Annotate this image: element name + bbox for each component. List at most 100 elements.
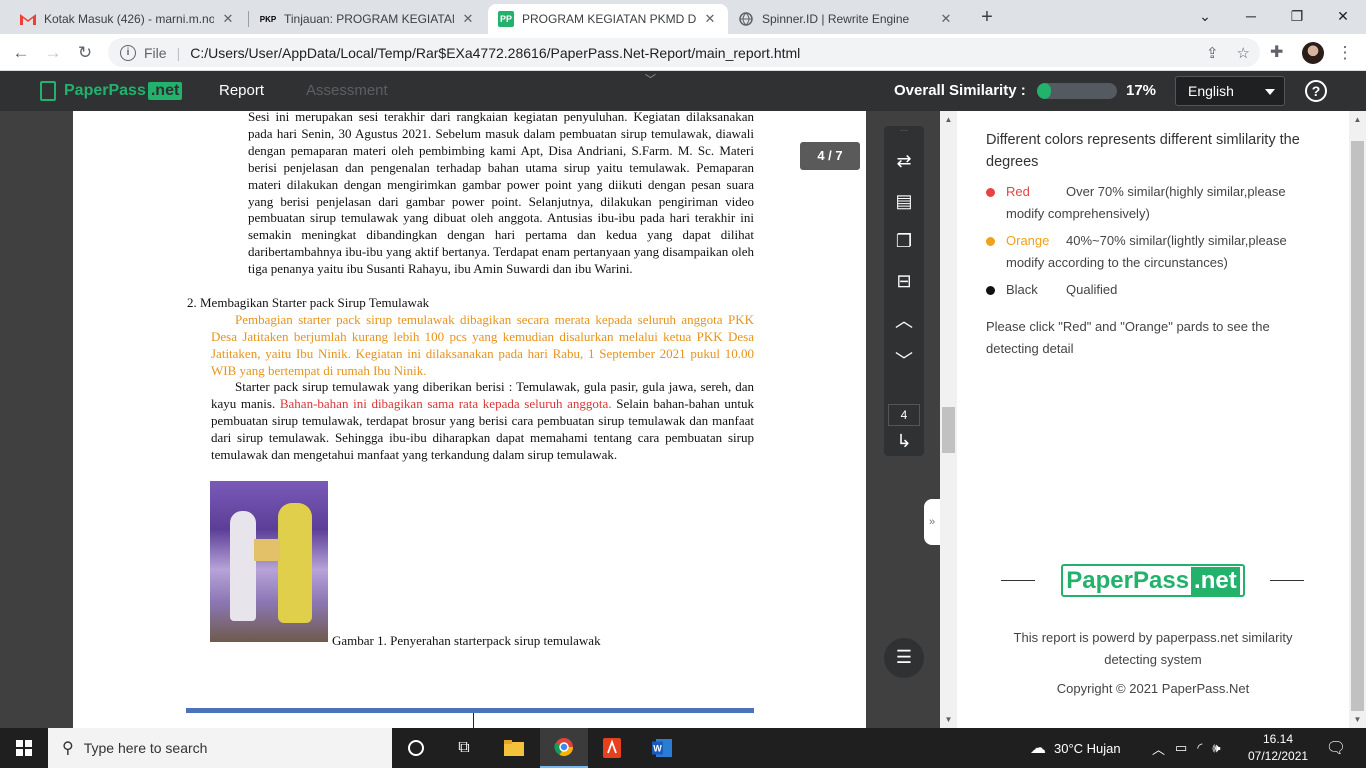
viewer-scrollbar[interactable]: ▲ ▼ [940, 111, 957, 728]
copy-pages-icon[interactable]: ❐ [884, 226, 924, 256]
system-tray: ︿ ▭ ◜ 🕪 [1152, 728, 1221, 768]
legend-panel: Different colors represents different si… [957, 111, 1349, 728]
scrollbar-thumb[interactable] [1351, 141, 1364, 711]
swap-arrows-icon[interactable]: ⇄ [884, 146, 924, 176]
legend-scrollbar[interactable]: ▲ ▼ [1349, 111, 1366, 728]
close-tab-icon[interactable]: ✕ [938, 11, 954, 27]
forward-arrow-icon[interactable]: → [40, 40, 66, 66]
paragraph-starter-pack-content: Starter pack sirup temulawak yang diberi… [211, 379, 755, 462]
svg-text:W: W [653, 744, 662, 754]
cortana-circle-icon[interactable] [392, 728, 440, 768]
document-page: Sesi ini merupakan sesi terakhir dari ra… [73, 111, 866, 728]
url-text[interactable]: C:/Users/User/AppData/Local/Temp/Rar$EXa… [190, 45, 800, 61]
bookmark-star-icon[interactable]: ☆ [1237, 44, 1250, 62]
wifi-icon[interactable]: ◜ [1197, 740, 1202, 756]
list-document-icon[interactable]: ▤ [884, 186, 924, 216]
extensions-puzzle-icon[interactable]: ✚ [1270, 42, 1283, 62]
tab-search-chevron-icon[interactable]: ⌄ [1182, 0, 1228, 34]
page-number-input[interactable]: 4 [888, 404, 920, 426]
url-omnibox[interactable]: i File | C:/Users/User/AppData/Local/Tem… [108, 38, 1260, 67]
similarity-progress-bar [1037, 83, 1117, 99]
tab-spinner[interactable]: Spinner.ID | Rewrite Engine ✕ [728, 4, 964, 34]
black-dot-icon [986, 286, 995, 295]
cloud-rain-icon: ☁ [1030, 740, 1046, 757]
notifications-icon[interactable]: 🗨 [1316, 728, 1356, 768]
legend-item-orange[interactable]: Orange 40%~70% similar(lightly similar,p… [986, 230, 1326, 274]
volume-icon[interactable]: 🕪 [1212, 740, 1220, 756]
acrobat-icon[interactable] [588, 728, 636, 768]
drag-handle-icon[interactable]: ⋯ [884, 126, 924, 136]
tab-gmail[interactable]: Kotak Masuk (426) - marni.m.noo ✕ [10, 4, 246, 34]
scroll-down-arrow-icon[interactable]: ▼ [940, 711, 957, 728]
expand-panel-chevron-icon[interactable]: » [924, 499, 940, 545]
align-tool-icon[interactable]: ⊟ [884, 266, 924, 296]
windows-logo-icon [16, 740, 32, 756]
nav-assessment[interactable]: Assessment [306, 82, 388, 99]
scroll-up-arrow-icon[interactable]: ▲ [1349, 111, 1366, 128]
close-tab-icon[interactable]: ✕ [460, 11, 476, 27]
chevron-down-icon[interactable]: ﹀ [884, 346, 924, 376]
info-icon[interactable]: i [120, 44, 136, 61]
weather-widget[interactable]: ☁ 30°C Hujan [1030, 728, 1121, 768]
globe-icon [738, 11, 754, 27]
start-button[interactable] [0, 728, 48, 768]
paragraph-session[interactable]: Sesi ini merupakan sesi terakhir dari ra… [248, 111, 754, 278]
close-tab-icon[interactable]: ✕ [702, 11, 718, 27]
heading-starter-pack: 2. Membagikan Starter pack Sirup Temulaw… [187, 295, 430, 310]
task-view-icon[interactable]: ⧉ [440, 728, 488, 768]
orange-dot-icon [986, 237, 995, 246]
browser-tab-strip: Kotak Masuk (426) - marni.m.noo ✕ PKP Ti… [0, 0, 1366, 34]
profile-avatar[interactable] [1302, 42, 1324, 64]
share-icon[interactable]: ⇪ [1206, 44, 1219, 62]
similarity-progress-fill [1037, 83, 1051, 99]
system-clock[interactable]: 16.14 07/12/2021 [1248, 731, 1308, 765]
viewer-toolbar: ⋯ ⇄ ▤ ❐ ⊟ ︿ ﹀ 4 ↳ [884, 126, 924, 456]
help-icon[interactable]: ? [1305, 80, 1327, 102]
copyright-text: Copyright © 2021 PaperPass.Net [1056, 681, 1250, 696]
go-to-page-arrow-icon[interactable]: ↳ [884, 426, 924, 456]
search-icon: ⚲ [62, 740, 74, 757]
chevron-up-icon[interactable]: ︿ [884, 306, 924, 336]
document-viewer: Sesi ini merupakan sesi terakhir dari ra… [0, 111, 940, 728]
legend-item-red[interactable]: Red Over 70% similar(highly similar,plea… [986, 181, 1326, 225]
close-tab-icon[interactable]: ✕ [220, 11, 236, 27]
word-icon[interactable]: W [638, 728, 686, 768]
legend-item-black: Black Qualified [986, 279, 1326, 301]
nav-report[interactable]: Report [219, 82, 264, 99]
scroll-up-arrow-icon[interactable]: ▲ [940, 111, 957, 128]
figure-caption: Gambar 1. Penyerahan starterpack sirup t… [332, 633, 601, 648]
close-window-button[interactable]: ✕ [1320, 0, 1366, 34]
new-tab-button[interactable]: + [976, 6, 998, 28]
powered-by-text: This report is powerd by paperpass.net s… [1013, 630, 1293, 667]
show-hidden-icons-chevron-icon[interactable]: ︿ [1152, 739, 1165, 758]
scrollbar-thumb[interactable] [942, 407, 955, 453]
red-highlight-sentence[interactable]: Bahan-bahan ini dibagikan sama rata kepa… [280, 396, 612, 411]
battery-icon[interactable]: ▭ [1175, 740, 1187, 756]
minimize-button[interactable]: ─ [1228, 0, 1274, 34]
orange-highlight-paragraph[interactable]: Pembagian starter pack sirup temulawak d… [211, 312, 754, 380]
back-arrow-icon[interactable]: ← [8, 40, 34, 66]
restore-button[interactable]: ❐ [1274, 0, 1320, 34]
tab-tinjauan[interactable]: PKP Tinjauan: PROGRAM KEGIATAN P ✕ [250, 4, 486, 34]
paperpass-favicon-icon: PP [498, 11, 514, 27]
tab-paperpass-report[interactable]: PP PROGRAM KEGIATAN PKMD DAL ✕ [488, 4, 728, 34]
reload-icon[interactable]: ↻ [72, 40, 98, 66]
file-explorer-icon[interactable] [490, 728, 538, 768]
legend-title: Different colors represents different si… [986, 132, 1300, 170]
scroll-down-arrow-icon[interactable]: ▼ [1349, 711, 1366, 728]
paperpass-logo: PaperPass .net [40, 81, 183, 101]
tab-separator [248, 11, 249, 27]
collapse-header-chevron-icon[interactable]: ﹀ [645, 71, 656, 87]
menu-hamburger-icon[interactable]: ☰ [884, 638, 924, 678]
windows-taskbar: ⚲ Type here to search ⧉ W ☁ 30°C Hujan ︿… [0, 728, 1366, 768]
chrome-icon[interactable] [540, 728, 588, 768]
page-indicator: 4 / 7 [800, 142, 860, 170]
legend-hint: Please click "Red" and "Orange" pards to… [986, 319, 1270, 356]
red-dot-icon [986, 188, 995, 197]
pkp-favicon-icon: PKP [259, 14, 277, 24]
language-select[interactable]: English [1175, 76, 1285, 106]
taskbar-search[interactable]: ⚲ Type here to search [48, 728, 392, 768]
address-bar-row: ← → ↻ i File | C:/Users/User/AppData/Loc… [0, 34, 1366, 71]
gmail-icon [20, 11, 36, 27]
browser-menu-icon[interactable]: ⋮ [1332, 40, 1358, 66]
